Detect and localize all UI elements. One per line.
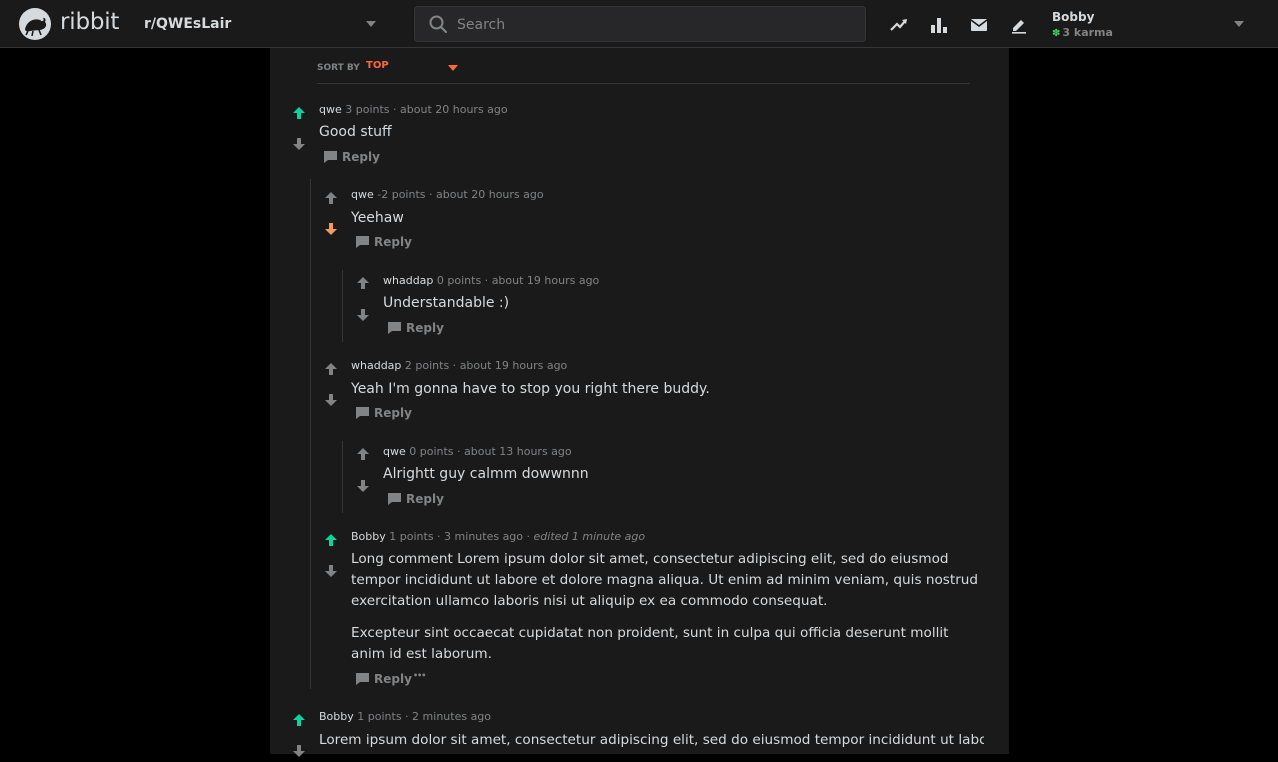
thread-line[interactable] [310,179,311,689]
reply-icon [388,322,401,334]
comment-author[interactable]: qwe [383,445,406,458]
comment-meta: qwe 0 points · about 13 hours ago [383,445,572,458]
upvote-icon[interactable] [356,276,370,290]
comments-panel: SORT BY TOP qwe 3 points · about 20 hour… [270,48,1009,757]
comment-meta: Bobby 1 points · 2 minutes ago [319,710,492,723]
comment-time: about 19 hours ago [459,359,568,372]
user-menu-chevron-icon[interactable] [1234,21,1244,27]
comment-time: about 20 hours ago [436,188,544,201]
sort-label: SORT BY [317,63,360,73]
karma-icon: ✽ [1052,28,1061,39]
thread-line[interactable] [342,441,343,513]
upvote-icon[interactable] [292,713,306,727]
comment-points: 1 points [357,710,402,723]
mail-icon[interactable] [970,16,988,34]
top-navigation-bar: ribbit r/QWEsLair Bobby ✽3 karma [0,0,1278,48]
downvote-icon[interactable] [356,479,370,493]
comment-body: Good stuff [319,124,392,140]
downvote-icon[interactable] [324,393,338,407]
sort-dropdown[interactable]: TOP [366,60,389,71]
sort-chevron-down-icon[interactable] [448,65,458,71]
comment-meta: Bobby 1 points · 3 minutes ago · edited … [351,530,646,543]
comment-author[interactable]: whaddap [351,359,401,372]
reply-button[interactable]: Reply [356,672,412,686]
chevron-down-icon[interactable] [366,21,376,27]
comment-points: 1 points [389,530,434,543]
frog-logo-icon[interactable] [18,7,52,41]
downvote-icon[interactable] [292,744,306,758]
comment-meta: whaddap 0 points · about 19 hours ago [383,274,600,287]
trending-icon[interactable] [890,16,908,34]
thread-line[interactable] [342,270,343,342]
comment-meta: whaddap 2 points · about 19 hours ago [351,359,568,372]
reply-button[interactable]: Reply [324,150,380,164]
user-karma: ✽ 3 karma [1052,26,1113,39]
leaderboard-icon[interactable] [930,16,948,34]
comment-body: Long comment Lorem ipsum dolor sit amet,… [351,551,979,662]
user-menu[interactable]: Bobby ✽ 3 karma [1052,10,1113,39]
comment-author[interactable]: Bobby [319,710,354,723]
downvote-icon[interactable] [292,137,306,151]
create-post-icon[interactable] [1010,16,1028,34]
community-name[interactable]: r/QWEsLair [144,16,231,32]
more-options-button[interactable]: ••• [413,671,426,680]
search-input[interactable] [455,7,859,43]
comment-author[interactable]: qwe [351,188,374,201]
upvote-icon[interactable] [292,106,306,120]
comment-body: Lorem ipsum dolor sit amet, consectetur … [319,732,984,748]
upvote-icon[interactable] [324,533,338,547]
comment-author[interactable]: whaddap [383,274,433,287]
reply-icon [388,493,401,505]
reply-button[interactable]: Reply [356,406,412,420]
upvote-icon[interactable] [324,191,338,205]
comment-meta: qwe 3 points · about 20 hours ago [319,103,508,116]
comment-meta: qwe -2 points · about 20 hours ago [351,188,544,201]
upvote-icon[interactable] [356,447,370,461]
comment-time: about 20 hours ago [400,103,508,116]
comment-author[interactable]: qwe [319,103,342,116]
comment-points: 0 points [409,445,454,458]
comment-points: -2 points [377,188,426,201]
comment-time: about 13 hours ago [464,445,572,458]
comment-time: about 19 hours ago [491,274,600,287]
comment-body: Alrightt guy calmm dowwnnn [383,466,589,482]
comment-body: Yeah I'm gonna have to stop you right th… [351,381,710,397]
comment-points: 3 points [345,103,390,116]
user-name: Bobby [1052,10,1095,24]
comment-author[interactable]: Bobby [351,530,386,543]
reply-button[interactable]: Reply [388,321,444,335]
comment-body: Understandable :) [383,295,510,311]
downvote-icon[interactable] [324,222,338,236]
reply-button[interactable]: Reply [388,492,444,506]
comment-body: Yeehaw [351,210,404,226]
reply-button[interactable]: Reply [356,235,412,249]
search-icon [429,15,447,33]
comment-edited: edited 1 minute ago [533,530,646,543]
comment-time: 3 minutes ago [444,530,524,543]
downvote-icon[interactable] [356,308,370,322]
reply-icon [324,151,337,163]
comment-points: 2 points [404,359,450,372]
upvote-icon[interactable] [324,362,338,376]
reply-icon [356,236,369,248]
brand-name[interactable]: ribbit [60,9,119,35]
search-bar[interactable] [414,6,866,43]
reply-icon [356,407,369,419]
downvote-icon[interactable] [324,564,338,578]
sort-bar: SORT BY TOP [317,48,970,84]
reply-icon [356,673,369,685]
comment-points: 0 points [436,274,482,287]
comment-time: 2 minutes ago [412,710,492,723]
